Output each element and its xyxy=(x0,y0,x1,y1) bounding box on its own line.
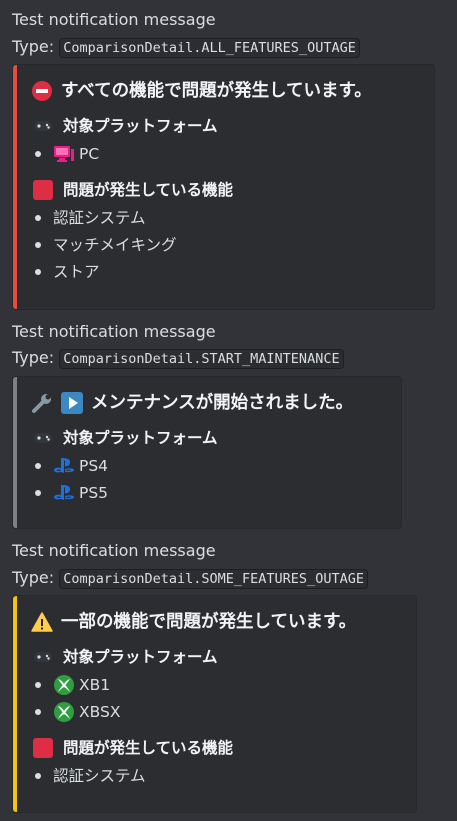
embed-title-text: すべての機能で問題が発生しています。 xyxy=(61,81,372,101)
game-controller-icon xyxy=(33,119,53,133)
game-controller-icon xyxy=(33,650,53,664)
bullet xyxy=(35,269,41,275)
embed-title-text: メンテナンスが開始されました。 xyxy=(91,393,354,413)
platform-label: PS5 xyxy=(79,484,109,502)
embed-accent-bar xyxy=(13,377,17,528)
list-item: ストア xyxy=(33,261,100,283)
xbox-icon xyxy=(53,674,75,696)
bullet xyxy=(35,682,41,688)
computer-icon xyxy=(53,145,75,163)
embed-card: メンテナンスが開始されました。 対象プラットフォーム PS4 PS5 xyxy=(12,376,402,529)
list-item: 認証システム xyxy=(33,207,146,229)
type-label: Type: xyxy=(12,37,55,56)
embed-title: 一部の機能で問題が発生しています。 xyxy=(31,609,356,635)
warning-icon xyxy=(31,611,53,633)
platform-label: PC xyxy=(79,145,100,163)
embed-title: すべての機能で問題が発生しています。 xyxy=(31,78,372,104)
list-item: PS4 xyxy=(33,455,108,477)
bullet xyxy=(35,463,41,469)
embed-title-text: 一部の機能で問題が発生しています。 xyxy=(61,612,357,632)
playstation-icon xyxy=(53,484,75,502)
list-item: マッチメイキング xyxy=(33,234,177,256)
play-button-icon xyxy=(61,392,83,414)
embed-title: メンテナンスが開始されました。 xyxy=(31,390,353,416)
platforms-field-name: 対象プラットフォーム xyxy=(33,427,218,449)
bullet xyxy=(35,151,41,157)
type-code: ComparisonDetail.SOME_FEATURES_OUTAGE xyxy=(59,569,368,589)
message-text: Test notification message xyxy=(12,541,216,560)
feature-label: 認証システム xyxy=(53,209,146,227)
features-field-name: 問題が発生している機能 xyxy=(33,179,233,201)
red-square-icon xyxy=(33,738,53,758)
feature-label: 認証システム xyxy=(53,767,146,785)
type-code: ComparisonDetail.ALL_FEATURES_OUTAGE xyxy=(59,38,360,58)
list-item: 認証システム xyxy=(33,765,146,787)
list-item: XB1 xyxy=(33,674,110,696)
platforms-label: 対象プラットフォーム xyxy=(63,648,218,666)
list-item: XBSX xyxy=(33,701,120,723)
list-item: PC xyxy=(33,143,99,165)
platforms-label: 対象プラットフォーム xyxy=(63,117,218,135)
features-label: 問題が発生している機能 xyxy=(63,181,234,199)
bullet xyxy=(35,215,41,221)
platform-label: PS4 xyxy=(79,457,109,475)
game-controller-icon xyxy=(33,431,53,445)
playstation-icon xyxy=(53,457,75,475)
xbox-icon xyxy=(53,701,75,723)
embed-accent-bar xyxy=(13,65,17,309)
features-label: 問題が発生している機能 xyxy=(63,739,234,757)
platforms-label: 対象プラットフォーム xyxy=(63,429,218,447)
platform-label: XB1 xyxy=(79,676,111,694)
feature-label: ストア xyxy=(53,263,100,281)
embed-accent-bar xyxy=(13,596,17,812)
bullet xyxy=(35,709,41,715)
message-text: Test notification message xyxy=(12,10,216,29)
bullet xyxy=(35,773,41,779)
feature-label: マッチメイキング xyxy=(53,236,177,254)
features-field-name: 問題が発生している機能 xyxy=(33,737,233,759)
bullet xyxy=(35,242,41,248)
type-code: ComparisonDetail.START_MAINTENANCE xyxy=(59,349,344,369)
wrench-icon xyxy=(31,392,53,414)
message-type-line: Type: ComparisonDetail.SOME_FEATURES_OUT… xyxy=(12,567,368,590)
embed-card: 一部の機能で問題が発生しています。 対象プラットフォーム XB1 XBSX 問題… xyxy=(12,595,417,813)
platforms-field-name: 対象プラットフォーム xyxy=(33,646,218,668)
message-type-line: Type: ComparisonDetail.START_MAINTENANCE xyxy=(12,347,344,370)
type-label: Type: xyxy=(12,568,55,587)
no-entry-icon xyxy=(31,80,53,102)
red-square-icon xyxy=(33,180,53,200)
type-label: Type: xyxy=(12,348,55,367)
message-type-line: Type: ComparisonDetail.ALL_FEATURES_OUTA… xyxy=(12,36,360,59)
bullet xyxy=(35,490,41,496)
message-text: Test notification message xyxy=(12,322,216,341)
platform-label: XBSX xyxy=(79,703,121,721)
platforms-field-name: 対象プラットフォーム xyxy=(33,115,218,137)
list-item: PS5 xyxy=(33,482,108,504)
embed-card: すべての機能で問題が発生しています。 対象プラットフォーム PC 問題が発生して… xyxy=(12,64,435,310)
